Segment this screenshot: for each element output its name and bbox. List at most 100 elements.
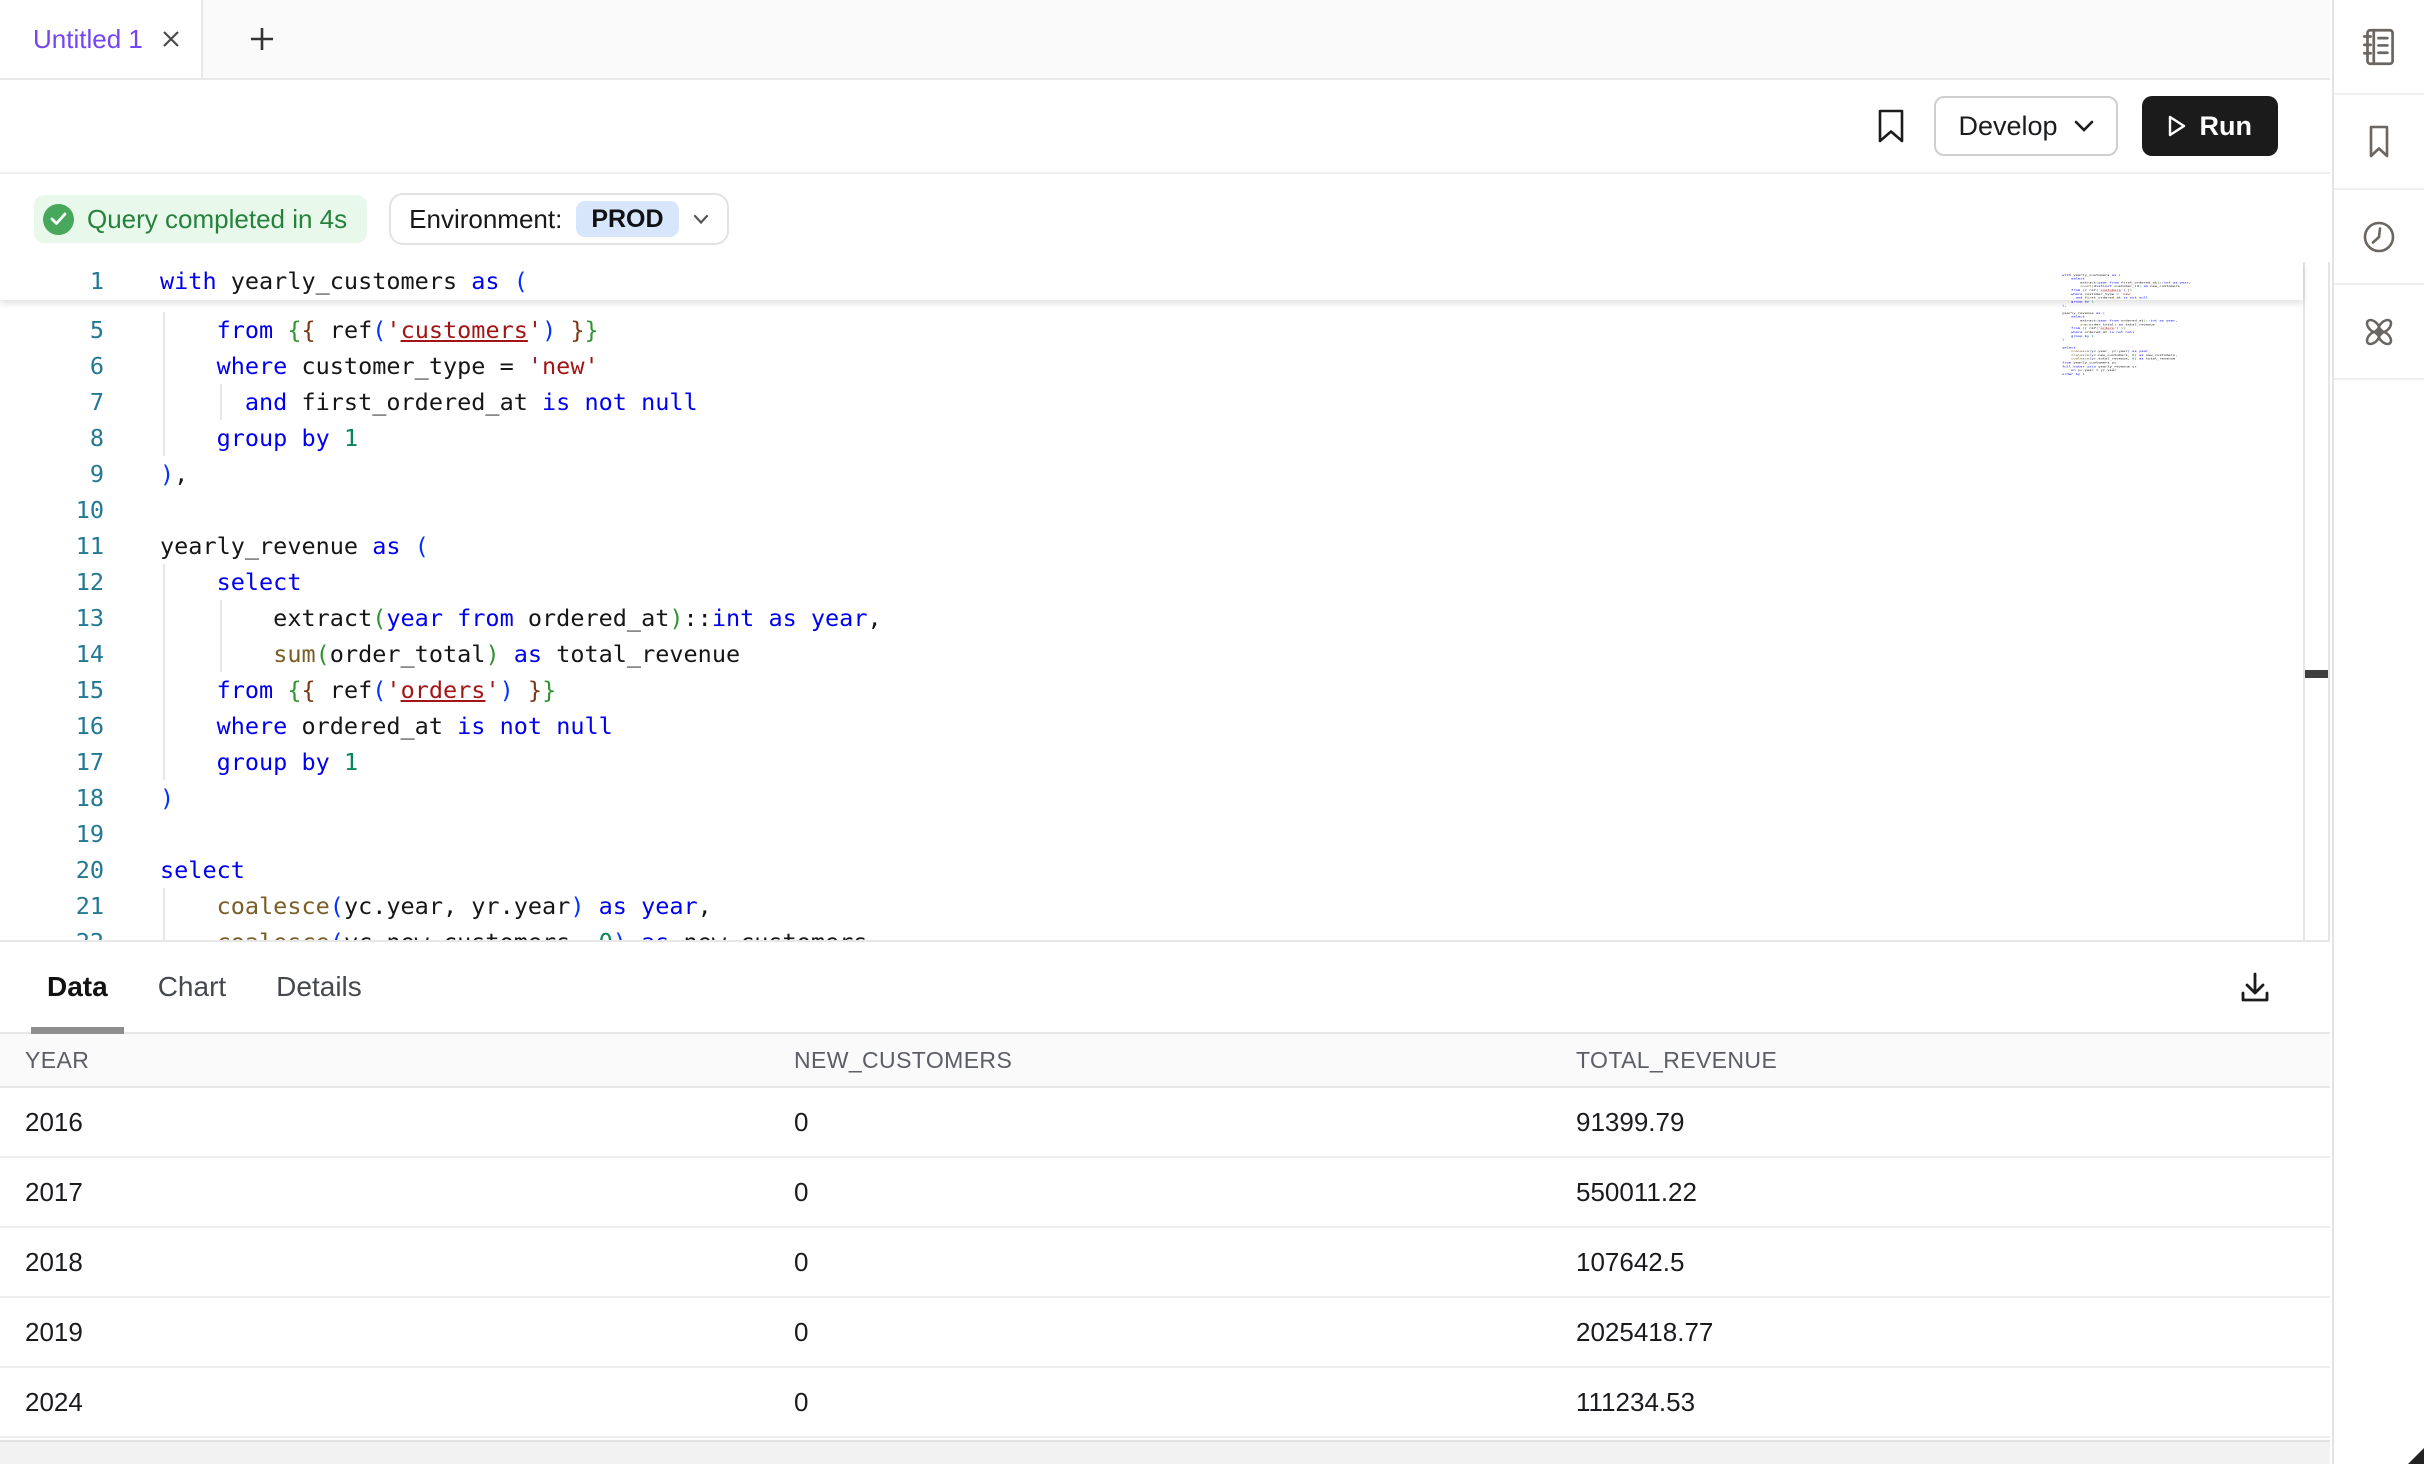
ref-link[interactable]: customers [401,316,528,344]
table-cell: 0 [794,1387,1576,1418]
table-header: YEARNEW_CUSTOMERSTOTAL_REVENUE [0,1034,2330,1088]
table-cell: 107642.5 [1576,1247,2330,1278]
line-number: 11 [0,528,104,564]
line-number: 6 [0,348,104,384]
table-row: 20240111234.53 [0,1368,2330,1438]
table-cell: 2025418.77 [1576,1317,2330,1348]
column-header: YEAR [0,1047,794,1074]
ref-link[interactable]: orders [2100,327,2114,330]
line-number: 10 [0,492,104,528]
new-tab-button[interactable] [238,0,286,78]
code-line: 8 group by 1 [0,420,2300,456]
right-sidebar [2332,0,2424,1464]
line-number: 7 [0,384,104,420]
table-row: 20180107642.5 [0,1228,2330,1298]
code-line: 16 where ordered_at is not null [0,708,2300,744]
table-cell: 2024 [0,1387,794,1418]
line-number: 22 [0,924,104,940]
table-cell: 0 [794,1317,1576,1348]
sidebar-item-history[interactable] [2334,190,2424,285]
line-number: 15 [0,672,104,708]
results-tab-chart[interactable]: Chart [158,942,226,1032]
query-status-badge: Query completed in 4s [34,195,367,243]
sql-code-editor[interactable]: 5 from {{ ref('customers') }}6 where cus… [0,262,2330,940]
code-line: 6 where customer_type = 'new' [0,348,2300,384]
code-line: 19 [0,816,2300,852]
chevron-down-icon [2074,120,2094,133]
ref-link[interactable]: orders [401,676,486,704]
line-number: 8 [0,420,104,456]
table-cell: 0 [794,1177,1576,1208]
notebook-icon [2356,24,2402,70]
results-tab-data[interactable]: Data [47,942,108,1032]
sidebar-item-explore[interactable] [2334,285,2424,380]
code-lines: 5 from {{ ref('customers') }}6 where cus… [0,312,2300,940]
tab-label: Untitled 1 [33,24,143,55]
history-icon [2357,215,2401,259]
results-panel: Data Chart Details YEARNEW_CUSTOMERSTOTAL_… [0,940,2330,1464]
line-number: 17 [0,744,104,780]
close-tab-icon[interactable] [159,27,183,51]
environment-select[interactable]: Environment: PROD [389,193,728,245]
sidebar-item-bookmarks[interactable] [2334,95,2424,190]
toolbar: Develop Run [0,80,2330,174]
editor-tabbar: Untitled 1 [0,0,2330,80]
results-tabs: Data Chart Details [0,940,2330,1034]
line-number: 16 [0,708,104,744]
line-number: 12 [0,564,104,600]
sidebar-item-notebook[interactable] [2334,0,2424,95]
minimap[interactable]: with yearly_customers as ( select extrac… [2062,273,2300,933]
status-row: Query completed in 4s Environment: PROD [0,176,2330,262]
table-cell: 0 [794,1107,1576,1138]
query-status-text: Query completed in 4s [87,204,347,235]
code-line: 1with yearly_customers as ( [0,262,2303,300]
develop-label: Develop [1958,111,2057,142]
table-cell: 2016 [0,1107,794,1138]
code-line: 7 and first_ordered_at is not null [0,384,2300,420]
develop-dropdown[interactable]: Develop [1934,96,2117,156]
chevron-down-icon [693,214,709,225]
table-row: 2016091399.79 [0,1088,2330,1158]
bookmark-icon [2357,120,2401,164]
table-cell: 0 [794,1247,1576,1278]
resize-corner-handle[interactable] [2408,1448,2424,1464]
download-icon[interactable] [2232,964,2278,1010]
sticky-line: 1with yearly_customers as ( [0,262,2303,300]
line-number: 18 [0,780,104,816]
line-number: 19 [0,816,104,852]
code-line: 17 group by 1 [0,744,2300,780]
run-label: Run [2200,111,2252,142]
bookmark-icon[interactable] [1872,104,1910,148]
column-header: NEW_CUSTOMERS [794,1047,1576,1074]
environment-label: Environment: [409,204,562,235]
code-line: 10 [0,492,2300,528]
table-cell: 111234.53 [1576,1387,2330,1418]
editor-scrollbar[interactable] [2303,262,2330,940]
results-tab-details[interactable]: Details [276,942,362,1032]
explore-icon [2356,309,2402,355]
code-line: 15 from {{ ref('orders') }} [0,672,2300,708]
line-number: 20 [0,852,104,888]
code-line: 22 coalesce(yc.new_customers, 0) as new_… [0,924,2300,940]
tab-untitled-1[interactable]: Untitled 1 [0,0,203,78]
code-line: 9), [0,456,2300,492]
ref-link[interactable]: customers [2100,289,2120,292]
table-cell: 2017 [0,1177,794,1208]
table-cell: 550011.22 [1576,1177,2330,1208]
table-cell: 2018 [0,1247,794,1278]
horizontal-scrollbar[interactable] [0,1440,2330,1464]
code-line: 12 select [0,564,2300,600]
table-row: 201902025418.77 [0,1298,2330,1368]
table-body: 2016091399.7920170550011.2220180107642.5… [0,1088,2330,1438]
code-line: 14 sum(order_total) as total_revenue [0,636,2300,672]
run-button[interactable]: Run [2142,96,2278,156]
code-line: 13 extract(year from ordered_at)::int as… [0,600,2300,636]
column-header: TOTAL_REVENUE [1576,1047,2330,1074]
table-cell: 91399.79 [1576,1107,2330,1138]
environment-value-badge: PROD [576,201,678,237]
line-number: 9 [0,456,104,492]
line-number: 13 [0,600,104,636]
code-line: 5 from {{ ref('customers') }} [0,312,2300,348]
code-line: 11yearly_revenue as ( [0,528,2300,564]
code-line: 20select [0,852,2300,888]
